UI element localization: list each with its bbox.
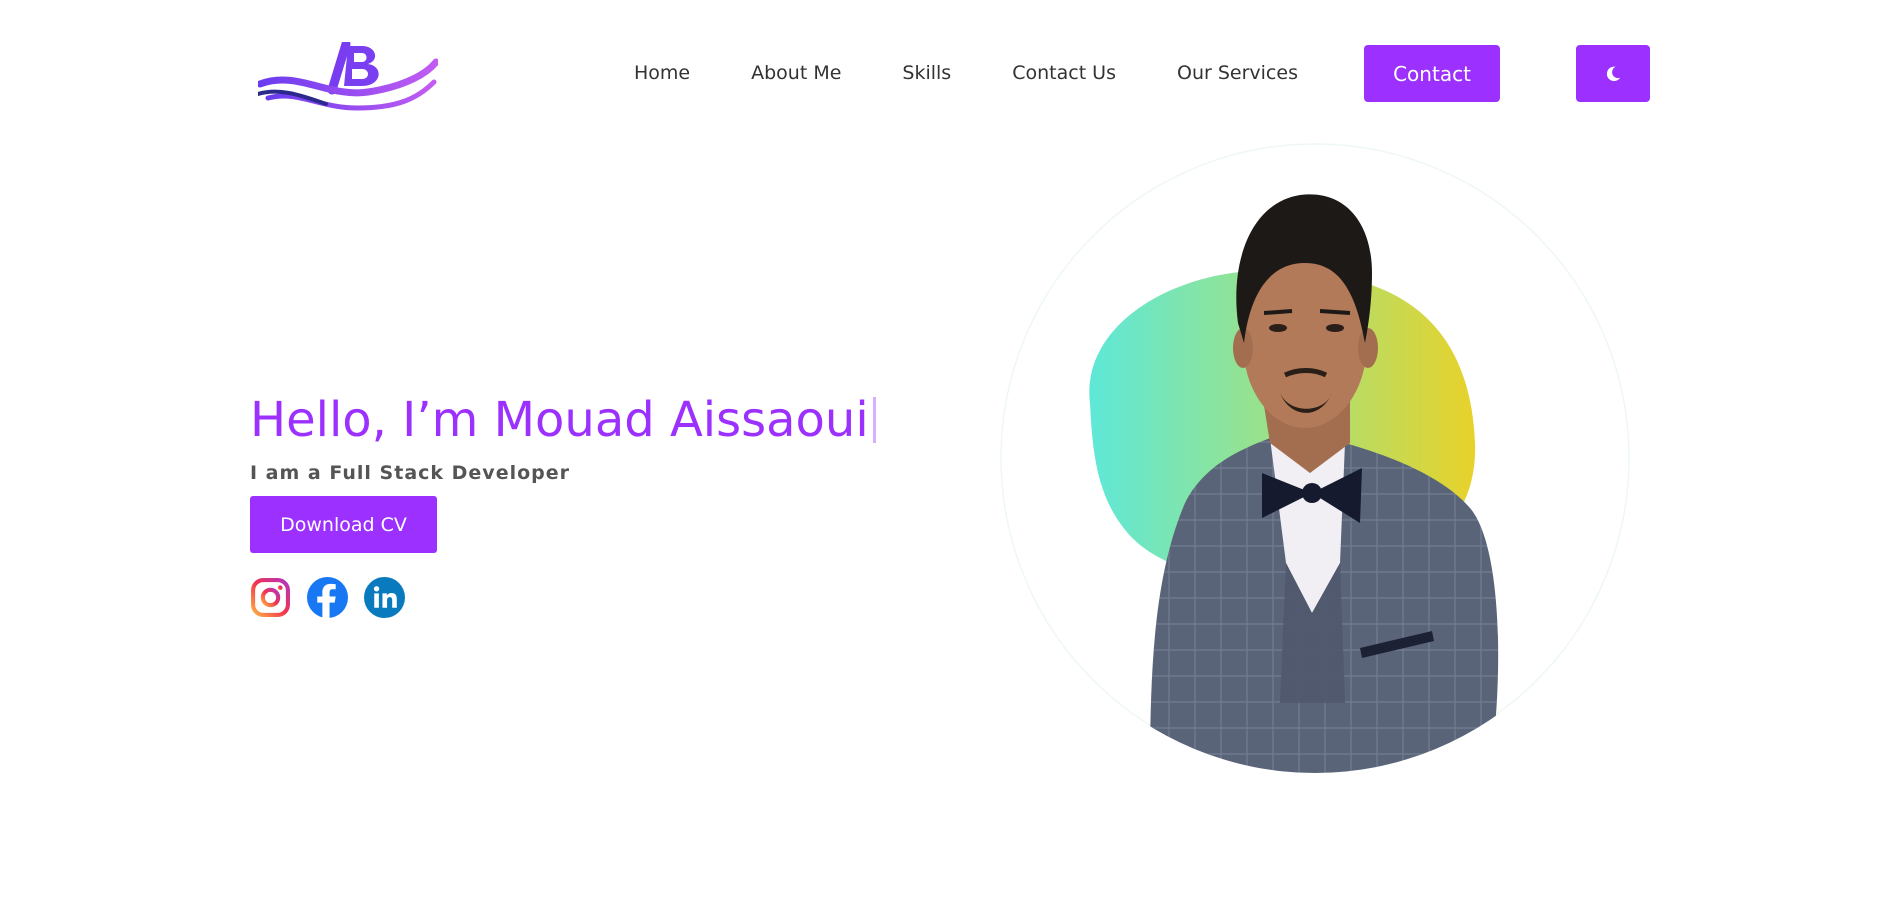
typing-cursor [872, 397, 876, 443]
nav-about-me[interactable]: About Me [751, 58, 841, 88]
main-nav: Home About Me Skills Contact Us Our Serv… [634, 58, 1298, 88]
profile-photo [1000, 143, 1630, 773]
theme-toggle-button[interactable] [1576, 45, 1650, 102]
brand-logo[interactable] [258, 42, 438, 116]
download-cv-button[interactable]: Download CV [250, 496, 437, 553]
portfolio-page: Home About Me Skills Contact Us Our Serv… [0, 0, 1893, 901]
nav-contact-us[interactable]: Contact Us [1012, 58, 1116, 88]
nav-home[interactable]: Home [634, 58, 690, 88]
linkedin-icon[interactable] [364, 577, 405, 618]
hero-title-text: Hello, I’m Mouad Aissaoui [250, 392, 869, 448]
social-links [250, 577, 421, 618]
moon-icon [1606, 66, 1621, 81]
facebook-icon[interactable] [307, 577, 348, 618]
contact-button[interactable]: Contact [1364, 45, 1500, 102]
hero-subtitle: I am a Full Stack Developer [250, 462, 571, 484]
instagram-icon[interactable] [250, 577, 291, 618]
nav-skills[interactable]: Skills [902, 58, 951, 88]
hero-title: Hello, I’m Mouad Aissaoui [250, 390, 876, 450]
nav-our-services[interactable]: Our Services [1177, 58, 1298, 88]
